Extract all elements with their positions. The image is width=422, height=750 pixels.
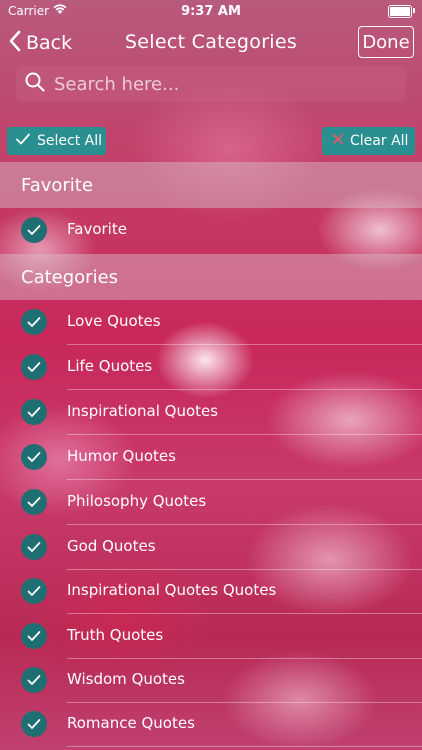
search-input[interactable] xyxy=(52,72,386,96)
list-item[interactable]: Philosophy Quotes xyxy=(0,480,422,525)
select-all-label: Select All xyxy=(37,133,102,149)
list-item-label: Philosophy Quotes xyxy=(67,492,207,510)
list-item-label: Inspirational Quotes Quotes xyxy=(67,581,277,599)
list-item[interactable]: God Quotes xyxy=(0,525,422,570)
list-item-label: Wisdom Quotes xyxy=(67,670,185,688)
search-icon xyxy=(24,71,46,97)
done-button[interactable]: Done xyxy=(358,26,414,58)
clear-all-button[interactable]: Clear All xyxy=(322,127,415,155)
checkmark-icon xyxy=(21,711,47,737)
checkmark-icon xyxy=(21,217,47,243)
checkmark-icon xyxy=(21,623,47,649)
checkmark-icon xyxy=(21,354,47,380)
list-item-label: Love Quotes xyxy=(67,312,161,330)
checkmark-icon xyxy=(21,667,47,693)
battery-tip xyxy=(413,8,415,13)
list-item[interactable]: Wisdom Quotes xyxy=(0,658,422,703)
list-item-label: Truth Quotes xyxy=(67,626,164,644)
clear-all-label: Clear All xyxy=(350,133,409,149)
checkmark-icon xyxy=(15,132,31,150)
search-bar[interactable] xyxy=(16,66,406,102)
checkmark-icon xyxy=(21,309,47,335)
checkmark-icon xyxy=(21,444,47,470)
list-item-label: Inspirational Quotes xyxy=(67,402,219,420)
list-item-label: Romance Quotes xyxy=(67,714,195,732)
close-icon xyxy=(332,133,344,149)
select-all-button[interactable]: Select All xyxy=(7,127,106,155)
battery-icon xyxy=(388,5,412,18)
status-bar: Carrier 9:37 AM xyxy=(0,0,422,22)
checkmark-icon xyxy=(21,578,47,604)
list-item-label: Life Quotes xyxy=(67,357,153,375)
checkmark-icon xyxy=(21,489,47,515)
list-item[interactable]: Life Quotes xyxy=(0,345,422,390)
list-item[interactable]: Romance Quotes xyxy=(0,702,422,747)
list-item[interactable]: Inspirational Quotes Quotes xyxy=(0,569,422,614)
list-item-label: God Quotes xyxy=(67,537,156,555)
list-item[interactable]: Humor Quotes xyxy=(0,435,422,480)
list-item[interactable]: Inspirational Quotes xyxy=(0,390,422,435)
list-item[interactable]: Favorite xyxy=(0,208,422,253)
checkmark-icon xyxy=(21,399,47,425)
list-item-label: Favorite xyxy=(67,220,127,238)
section-header-categories: Categories xyxy=(0,254,422,300)
list-item[interactable]: Love Quotes xyxy=(0,300,422,345)
row-divider xyxy=(67,746,422,747)
clock: 9:37 AM xyxy=(181,4,241,19)
list-item-label: Humor Quotes xyxy=(67,447,176,465)
checkmark-icon xyxy=(21,534,47,560)
list-item[interactable]: Truth Quotes xyxy=(0,614,422,659)
section-header-favorite: Favorite xyxy=(0,162,422,208)
